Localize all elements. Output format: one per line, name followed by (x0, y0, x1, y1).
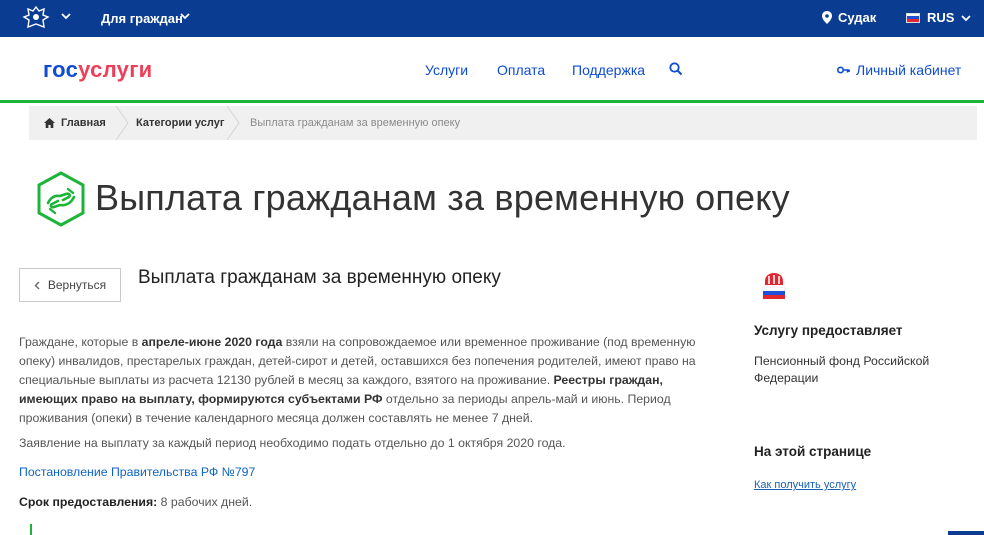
back-button[interactable]: Вернуться (19, 268, 121, 302)
breadcrumb-separator (115, 106, 129, 140)
key-icon (837, 66, 850, 74)
emblem-icon[interactable] (22, 5, 50, 31)
service-subtitle: Выплата гражданам за временную опеку (138, 267, 501, 288)
home-icon (44, 118, 55, 128)
site-header: госуслуги Услуги Оплата Поддержка Личный… (0, 37, 984, 103)
gosuslugi-logo[interactable]: госуслуги (43, 57, 153, 83)
description-period: апреле-июне 2020 года (141, 335, 283, 349)
chevron-down-icon[interactable] (61, 11, 71, 21)
nav-support[interactable]: Поддержка (572, 62, 645, 78)
personal-account-label: Личный кабинет (856, 62, 962, 78)
chevron-down-icon (961, 14, 972, 21)
personal-account-link[interactable]: Личный кабинет (837, 62, 961, 78)
breadcrumb-current: Выплата гражданам за временную опеку (250, 117, 460, 129)
on-page-heading: На этой странице (754, 444, 872, 459)
guardianship-category-icon (37, 171, 85, 227)
breadcrumb-home-label: Главная (61, 117, 106, 129)
scroll-to-top-edge[interactable] (948, 531, 984, 535)
breadcrumb-current-label: Выплата гражданам за временную опеку (250, 117, 461, 129)
nav-payment[interactable]: Оплата (497, 62, 545, 78)
search-icon[interactable] (669, 62, 683, 76)
service-term: Срок предоставления: 8 рабочих дней. (19, 495, 252, 509)
pension-fund-logo (762, 273, 786, 299)
audience-selector[interactable]: Для граждан (101, 11, 183, 26)
chevron-left-icon (34, 281, 40, 289)
breadcrumb-categories-label: Категории услуг (136, 117, 225, 129)
provider-heading: Услугу предоставляет (754, 323, 903, 338)
page-title: Выплата гражданам за временную опеку (95, 177, 790, 218)
location-label: Судак (838, 10, 877, 25)
location-selector[interactable]: Судак (822, 10, 876, 25)
service-term-value: 8 рабочих дней. (157, 495, 253, 509)
flag-icon (906, 12, 920, 23)
deadline-note: Заявление на выплату за каждый период не… (19, 436, 566, 450)
breadcrumb-home[interactable]: Главная (44, 117, 106, 129)
logo-part-uslugi: услуги (78, 57, 153, 82)
logo-part-gos: гос (43, 57, 79, 82)
description-text: Граждане, которые в (19, 335, 142, 349)
government-decree-link[interactable]: Постановление Правительства РФ №797 (19, 465, 255, 479)
breadcrumb: Главная Категории услуг Выплата граждана… (29, 106, 977, 140)
location-pin-icon (822, 11, 832, 24)
top-bar: Для граждан Судак RUS (0, 0, 984, 37)
language-selector[interactable]: RUS (906, 10, 972, 25)
provider-name: Пенсионный фонд Российской Федерации (754, 354, 930, 385)
breadcrumb-separator (226, 106, 240, 140)
breadcrumb-categories[interactable]: Категории услуг (136, 117, 224, 129)
back-button-label: Вернуться (47, 278, 107, 292)
service-description: Граждане, которые в апреле-июне 2020 год… (19, 333, 699, 428)
section-marker (30, 524, 32, 535)
language-label: RUS (927, 10, 955, 25)
anchor-how-to-get[interactable]: Как получить услугу (754, 479, 856, 491)
chevron-down-icon[interactable] (180, 11, 190, 21)
service-term-label: Срок предоставления: (19, 495, 158, 509)
nav-services[interactable]: Услуги (425, 62, 468, 78)
